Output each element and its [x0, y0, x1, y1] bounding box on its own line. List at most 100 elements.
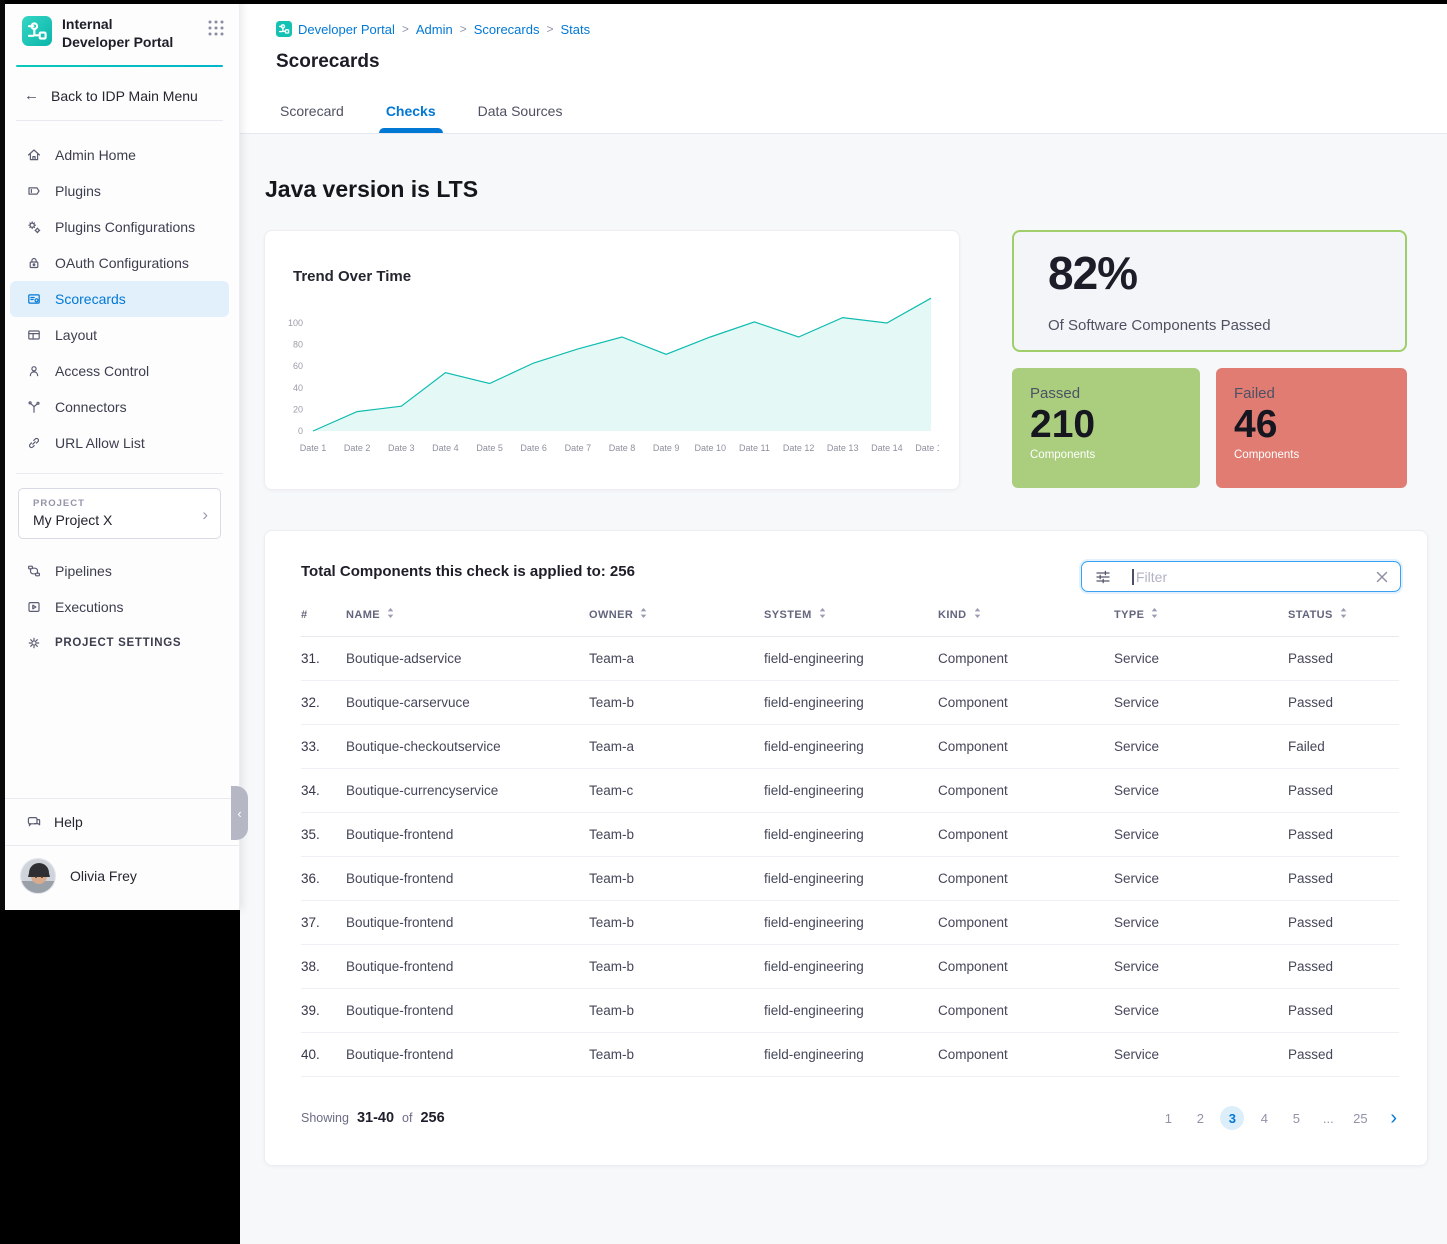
table-row[interactable]: 40.Boutique-frontendTeam-bfield-engineer… — [301, 1033, 1399, 1077]
cell-type: Service — [1114, 901, 1288, 945]
column-header-name[interactable]: NAME — [346, 607, 589, 637]
svg-text:20: 20 — [293, 404, 303, 414]
table-row[interactable]: 32.Boutique-carservuceTeam-bfield-engine… — [301, 681, 1399, 725]
cell-status: Failed — [1288, 725, 1399, 769]
table-row[interactable]: 35.Boutique-frontendTeam-bfield-engineer… — [301, 813, 1399, 857]
window-frame-left — [0, 0, 5, 910]
breadcrumb-item-0[interactable]: Developer Portal — [276, 21, 395, 37]
sort-icon[interactable] — [1150, 607, 1159, 622]
sidebar-item-label: URL Allow List — [55, 435, 145, 451]
sidebar-item-url-allow-list[interactable]: URL Allow List — [10, 425, 229, 461]
breadcrumb-item-1[interactable]: Admin — [416, 22, 453, 37]
sidebar-item-access-control[interactable]: Access Control — [10, 353, 229, 389]
app-title-line2: Developer Portal — [62, 34, 207, 52]
sidebar-item-pipelines[interactable]: Pipelines — [10, 553, 229, 589]
cell-kind: Component — [938, 857, 1114, 901]
sidebar-collapse-handle[interactable]: ‹ — [231, 786, 248, 840]
table-row[interactable]: 31.Boutique-adserviceTeam-afield-enginee… — [301, 637, 1399, 681]
page-5[interactable]: 5 — [1284, 1106, 1308, 1130]
breadcrumb-item-2[interactable]: Scorecards — [474, 22, 540, 37]
svg-text:Date 14: Date 14 — [871, 443, 903, 453]
column-header-system[interactable]: SYSTEM — [764, 607, 938, 637]
pass-percentage-card: 82% Of Software Components Passed — [1012, 230, 1407, 352]
cell-kind: Component — [938, 901, 1114, 945]
cell-owner: Team-b — [589, 989, 764, 1033]
sidebar-item-oauth-configurations[interactable]: OAuth Configurations — [10, 245, 229, 281]
page-25[interactable]: 25 — [1348, 1106, 1372, 1130]
sidebar-item-project-settings[interactable]: PROJECT SETTINGS — [10, 625, 229, 661]
svg-text:Date 5: Date 5 — [476, 443, 503, 453]
cell-type: Service — [1114, 1033, 1288, 1077]
sidebar-item-plugins[interactable]: Plugins — [10, 173, 229, 209]
cell-system: field-engineering — [764, 725, 938, 769]
check-title: Java version is LTS — [265, 176, 478, 203]
tab-data-sources[interactable]: Data Sources — [475, 103, 566, 133]
row-index: 36. — [301, 857, 346, 901]
help-label: Help — [54, 814, 83, 830]
next-page-button[interactable]: › — [1390, 1108, 1397, 1128]
page-3[interactable]: 3 — [1220, 1106, 1244, 1130]
cell-kind: Component — [938, 681, 1114, 725]
filter-input[interactable] — [1136, 562, 1356, 591]
tab-scorecard[interactable]: Scorecard — [277, 103, 347, 133]
tab-checks[interactable]: Checks — [383, 103, 439, 133]
svg-text:Date 2: Date 2 — [344, 443, 371, 453]
sidebar-item-plugins-configurations[interactable]: Plugins Configurations — [10, 209, 229, 245]
filter-input-wrapper — [1081, 561, 1401, 592]
svg-text:100: 100 — [288, 318, 303, 328]
cell-kind: Component — [938, 725, 1114, 769]
column-header-owner[interactable]: OWNER — [589, 607, 764, 637]
breadcrumb-item-3[interactable]: Stats — [560, 22, 590, 37]
sidebar-item-label: PROJECT SETTINGS — [55, 637, 181, 649]
cell-status: Passed — [1288, 769, 1399, 813]
sidebar-item-label: Layout — [55, 327, 97, 343]
sidebar-nav-project: PipelinesExecutions PROJECT SETTINGS — [0, 553, 239, 661]
page-1[interactable]: 1 — [1156, 1106, 1180, 1130]
sidebar-item-connectors[interactable]: Connectors — [10, 389, 229, 425]
table-row[interactable]: 38.Boutique-frontendTeam-bfield-engineer… — [301, 945, 1399, 989]
column-header-status[interactable]: STATUS — [1288, 607, 1399, 637]
column-label: NAME — [346, 609, 380, 621]
svg-text:Date 11: Date 11 — [739, 443, 770, 453]
breadcrumb-label: Stats — [560, 22, 590, 37]
sort-icon[interactable] — [973, 607, 982, 622]
table-row[interactable]: 39.Boutique-frontendTeam-bfield-engineer… — [301, 989, 1399, 1033]
table-row[interactable]: 33.Boutique-checkoutserviceTeam-afield-e… — [301, 725, 1399, 769]
row-index: 37. — [301, 901, 346, 945]
home-icon — [26, 147, 42, 163]
breadcrumb-separator: > — [402, 22, 409, 36]
user-menu[interactable]: Olivia Frey — [0, 845, 239, 910]
cell-owner: Team-b — [589, 813, 764, 857]
project-selector[interactable]: PROJECT My Project X › — [18, 488, 221, 539]
cell-kind: Component — [938, 945, 1114, 989]
table-row[interactable]: 34.Boutique-currencyserviceTeam-cfield-e… — [301, 769, 1399, 813]
arrow-left-icon: ← — [24, 87, 39, 104]
table-row[interactable]: 37.Boutique-frontendTeam-bfield-engineer… — [301, 901, 1399, 945]
column-header-type[interactable]: TYPE — [1114, 607, 1288, 637]
sort-icon[interactable] — [386, 607, 395, 622]
page-2[interactable]: 2 — [1188, 1106, 1212, 1130]
table-row[interactable]: 36.Boutique-frontendTeam-bfield-engineer… — [301, 857, 1399, 901]
failed-count: 46 — [1234, 405, 1389, 446]
pass-percentage-value: 82% — [1048, 246, 1137, 300]
clear-filter-icon[interactable] — [1374, 569, 1390, 585]
sort-icon[interactable] — [818, 607, 827, 622]
sort-icon[interactable] — [1339, 607, 1348, 622]
cell-owner: Team-b — [589, 1033, 764, 1077]
sidebar-item-admin-home[interactable]: Admin Home — [10, 137, 229, 173]
sidebar-item-executions[interactable]: Executions — [10, 589, 229, 625]
sort-icon[interactable] — [639, 607, 648, 622]
help-button[interactable]: Help — [0, 799, 239, 845]
back-to-idp-button[interactable]: ← Back to IDP Main Menu — [0, 67, 239, 120]
column-header-kind[interactable]: KIND — [938, 607, 1114, 637]
page-4[interactable]: 4 — [1252, 1106, 1276, 1130]
sidebar-item-layout[interactable]: Layout — [10, 317, 229, 353]
cell-status: Passed — [1288, 681, 1399, 725]
sidebar-item-scorecards[interactable]: Scorecards — [10, 281, 229, 317]
cell-name: Boutique-currencyservice — [346, 769, 589, 813]
grid-menu-icon[interactable] — [207, 19, 225, 37]
text-caret — [1132, 569, 1134, 585]
connectors-icon — [26, 399, 42, 415]
cell-type: Service — [1114, 989, 1288, 1033]
cell-kind: Component — [938, 637, 1114, 681]
